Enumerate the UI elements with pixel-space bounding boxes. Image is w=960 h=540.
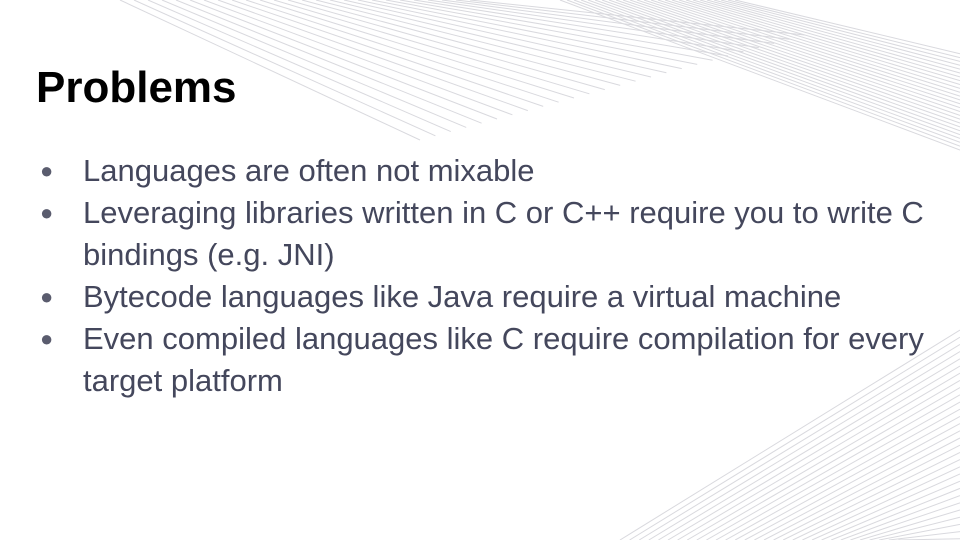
decor-line <box>615 0 960 120</box>
decor-line <box>427 0 759 49</box>
decor-line <box>301 0 621 86</box>
decor-line <box>671 0 960 89</box>
decor-line <box>859 509 960 540</box>
decor-line <box>580 0 960 139</box>
bullet-item: ● Leveraging libraries written in C or C… <box>36 192 926 276</box>
decor-line <box>713 0 960 66</box>
decor-line <box>587 0 960 136</box>
decor-line <box>678 0 960 86</box>
bullet-item: ● Even compiled languages like C require… <box>36 318 926 402</box>
decor-line <box>413 0 744 53</box>
bullet-item: ● Languages are often not mixable <box>36 150 926 192</box>
decor-line <box>715 401 960 540</box>
decor-line <box>601 0 960 128</box>
bullet-item: ● Bytecode languages like Java require a… <box>36 276 926 318</box>
bullet-text: Languages are often not mixable <box>83 153 535 188</box>
decor-line <box>566 0 960 147</box>
decor-line <box>399 0 729 57</box>
slide: Problems ● Languages are often not mixab… <box>0 0 960 540</box>
decor-line <box>441 0 775 44</box>
bullet-text: Leveraging libraries written in C or C++… <box>83 195 924 272</box>
decor-line <box>357 0 682 70</box>
decor-line <box>245 0 559 103</box>
bullet-text: Even compiled languages like C require c… <box>83 321 924 398</box>
decor-line <box>385 0 713 61</box>
bullet-dot-icon: ● <box>40 200 54 225</box>
decor-line <box>287 0 605 91</box>
decor-line <box>821 480 960 540</box>
decor-line <box>371 0 698 65</box>
bullet-dot-icon: ● <box>40 158 54 183</box>
decor-line <box>706 394 960 540</box>
decor-line <box>696 387 960 540</box>
decor-line <box>469 0 806 36</box>
decor-line <box>343 0 667 74</box>
decor-line <box>657 0 960 97</box>
decor-line <box>725 408 960 540</box>
decor-line <box>706 0 960 70</box>
decor-line <box>792 459 960 540</box>
decor-line <box>622 0 960 116</box>
decor-line <box>650 0 960 101</box>
decor-line <box>203 0 513 116</box>
decor-line <box>811 473 960 540</box>
decor-line <box>455 0 790 40</box>
decor-line <box>869 516 960 540</box>
decor-line <box>664 0 960 93</box>
decor-line <box>720 0 960 62</box>
decor-line <box>888 531 960 540</box>
bullet-text: Bytecode languages like Java require a v… <box>83 279 842 314</box>
decor-line <box>685 0 960 82</box>
decor-line <box>754 430 960 540</box>
bullet-dot-icon: ● <box>40 326 54 351</box>
decor-line <box>608 0 960 124</box>
decor-line <box>850 502 960 540</box>
decor-line <box>727 0 960 59</box>
decor-line <box>734 0 960 55</box>
decor-line <box>559 0 960 151</box>
decor-line <box>744 423 960 540</box>
decor-line <box>217 0 528 112</box>
decor-line <box>594 0 960 132</box>
slide-title: Problems <box>36 63 237 112</box>
decor-line <box>686 379 960 540</box>
decor-line <box>643 0 960 105</box>
decor-line <box>773 444 960 540</box>
decor-line <box>573 0 960 143</box>
decor-line <box>699 0 960 74</box>
decor-line <box>763 437 960 540</box>
decor-line <box>782 451 960 540</box>
decor-line <box>802 466 960 540</box>
decor-line <box>831 487 960 540</box>
decor-line <box>879 523 960 540</box>
bullet-list: ● Languages are often not mixable ● Leve… <box>36 150 926 402</box>
decor-line <box>692 0 960 78</box>
decor-line <box>231 0 544 107</box>
bullet-dot-icon: ● <box>40 284 54 309</box>
decor-line <box>315 0 636 82</box>
decor-line <box>734 415 960 540</box>
decor-line <box>840 495 960 540</box>
decor-line <box>636 0 960 109</box>
decor-line <box>629 0 960 112</box>
decor-line <box>273 0 590 95</box>
decor-line <box>259 0 575 99</box>
decor-line <box>329 0 652 78</box>
